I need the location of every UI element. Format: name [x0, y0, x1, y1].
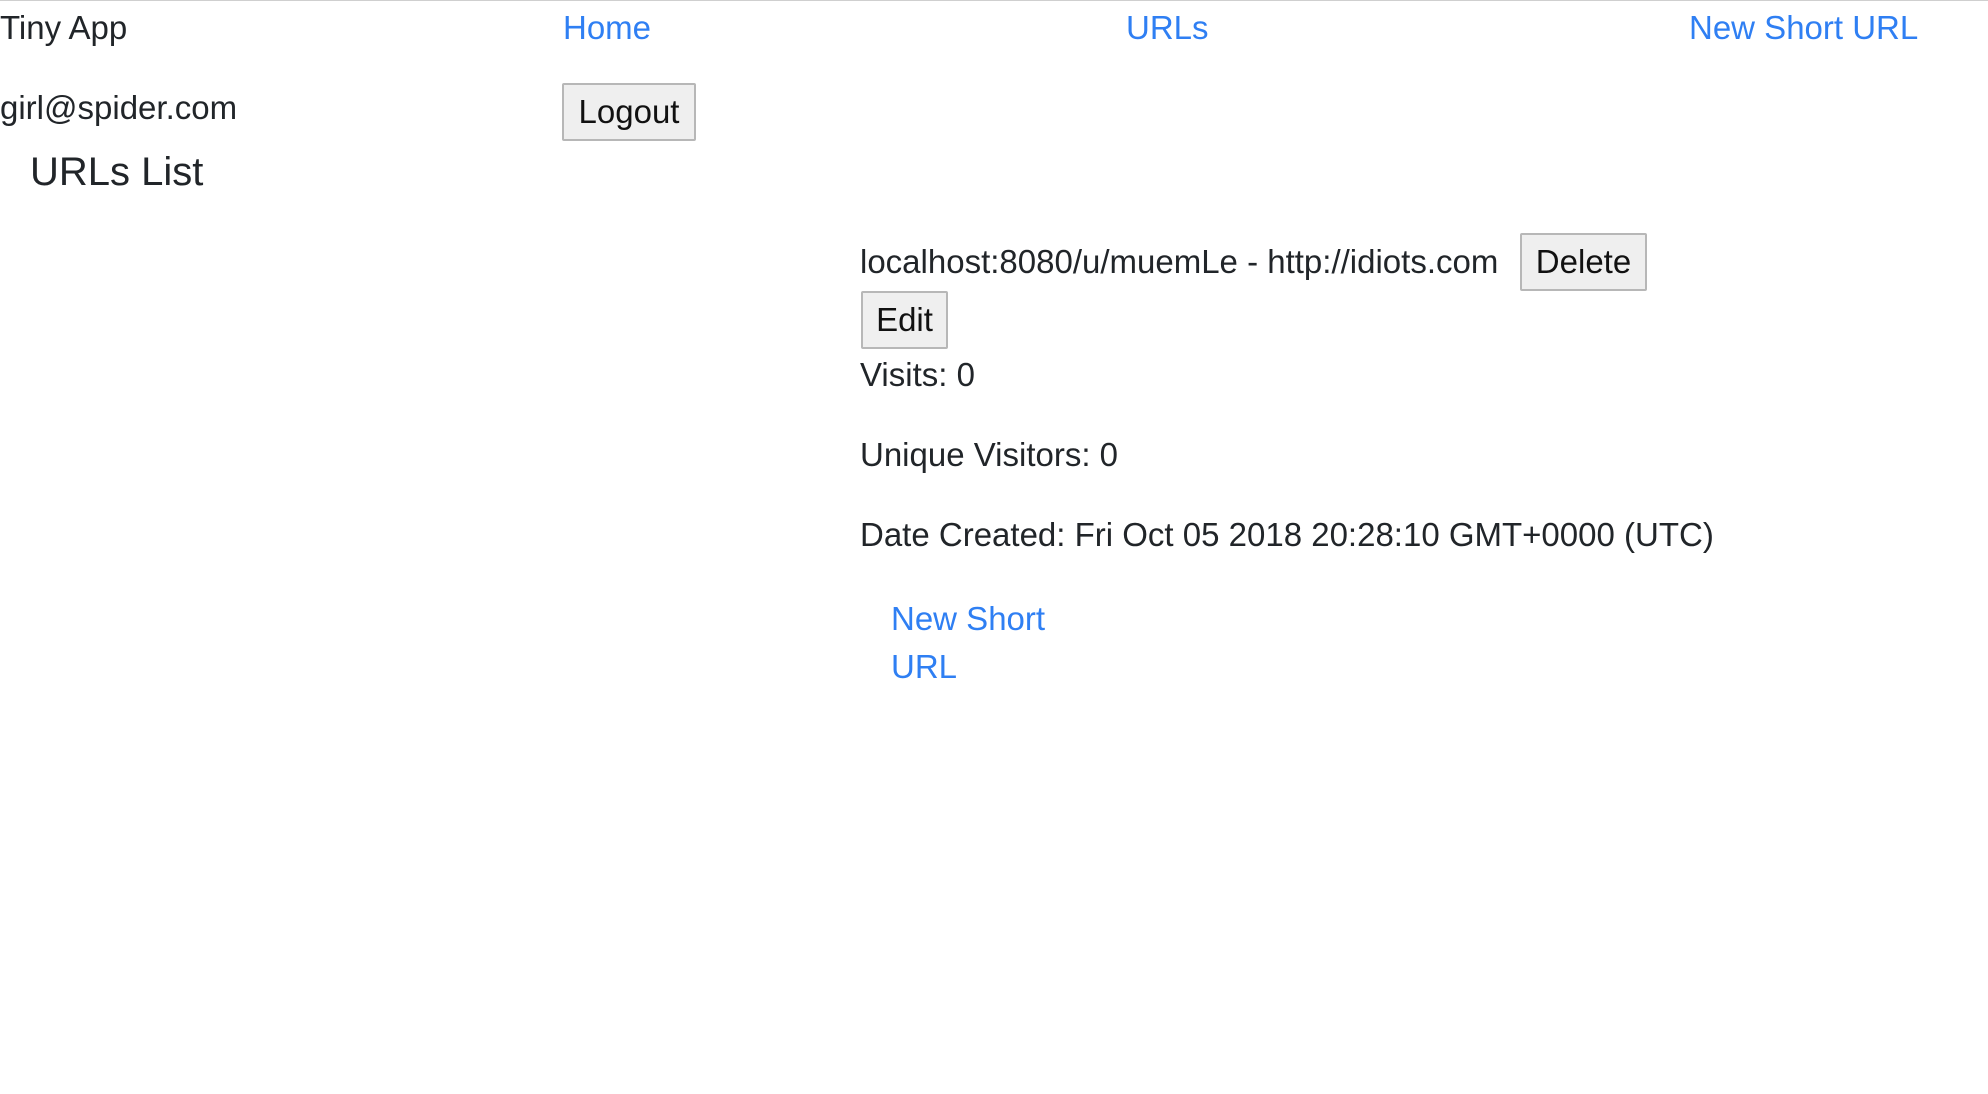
nav-link-urls[interactable]: URLs — [1126, 8, 1209, 48]
brand-title: Tiny App — [0, 9, 128, 46]
nav-link-home[interactable]: Home — [563, 8, 651, 48]
edit-button[interactable]: Edit — [861, 291, 948, 349]
page-title: URLs List — [30, 150, 204, 194]
url-entry-text: localhost:8080/u/muemLe - http://idiots.… — [860, 242, 1498, 282]
date-created: Date Created: Fri Oct 05 2018 20:28:10 G… — [860, 516, 1714, 553]
short-url: localhost:8080/u/muemLe — [860, 243, 1238, 280]
user-email: girl@spider.com — [0, 89, 238, 126]
url-separator: - — [1237, 243, 1268, 280]
unique-visitors-count: Unique Visitors: 0 — [860, 436, 1119, 473]
long-url: http://idiots.com — [1267, 243, 1499, 280]
visits-count: Visits: 0 — [860, 356, 975, 393]
page: Tiny App Home URLs New Short URL girl@sp… — [0, 0, 1988, 1094]
new-short-url-link[interactable]: New Short URL — [891, 595, 1061, 691]
logout-button[interactable]: Logout — [562, 83, 696, 141]
delete-button[interactable]: Delete — [1520, 233, 1647, 291]
nav-link-new-short-url[interactable]: New Short URL — [1689, 8, 1918, 48]
